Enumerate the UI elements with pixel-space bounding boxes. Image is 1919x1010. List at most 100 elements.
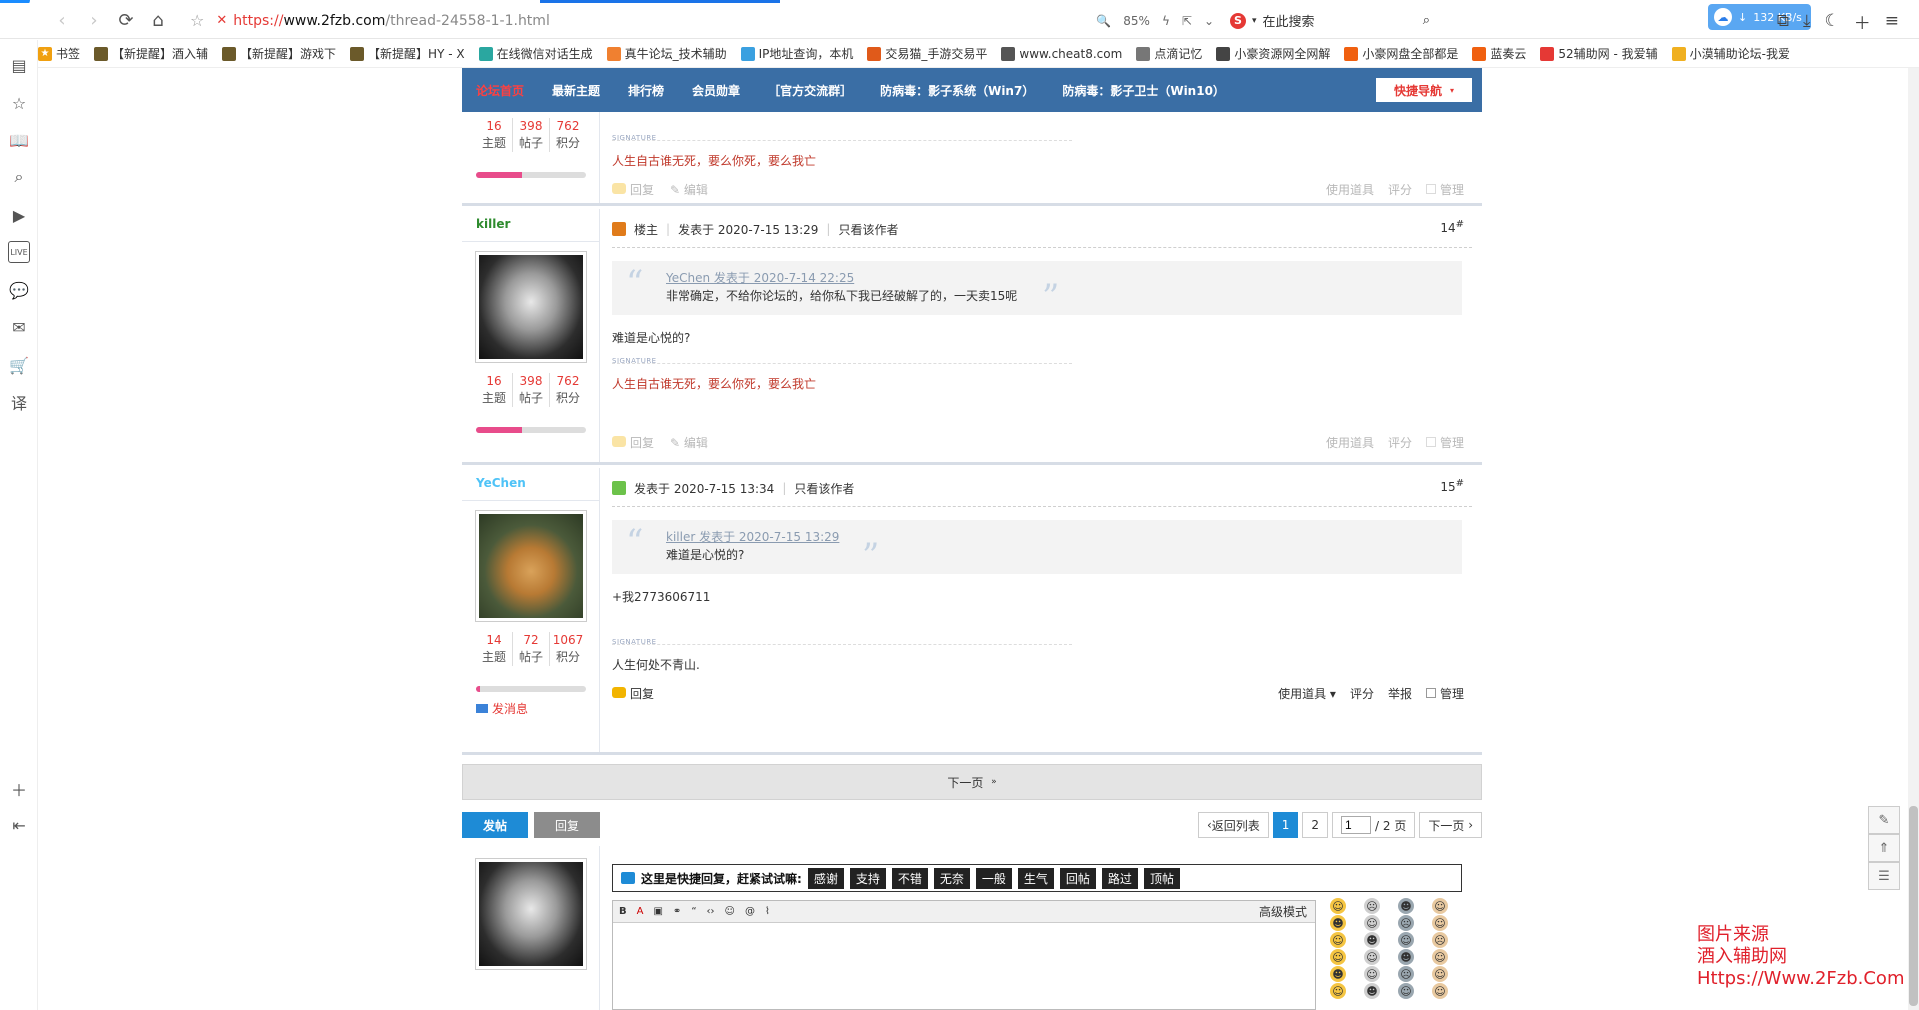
home-button[interactable]: ⌂ (142, 7, 174, 35)
use-tools-link[interactable]: 使用道具 (1326, 434, 1374, 451)
chat-icon[interactable]: 💬 (8, 279, 30, 301)
bookmark-item[interactable]: 点滴记忆 (1136, 45, 1202, 62)
floor-number[interactable]: 15# (1440, 478, 1464, 494)
reply-link[interactable]: 回复 (612, 434, 654, 451)
smiley-icon[interactable]: ☻ (1330, 915, 1346, 931)
bookmark-item[interactable]: 【新提醒】HY - X (350, 45, 465, 62)
collapse-sidebar-icon[interactable]: ⇤ (8, 814, 30, 836)
chevron-down-icon[interactable]: ▾ (1252, 16, 1257, 26)
quick-reply-tag[interactable]: 感谢 (807, 867, 844, 889)
stat-topics[interactable]: 14 主题 (476, 632, 513, 666)
extension-icon[interactable]: ⧉ (1777, 11, 1789, 31)
back-to-top-icon[interactable]: ⇑ (1868, 834, 1900, 862)
smiley-icon[interactable]: ☺ (1432, 898, 1448, 914)
floor-number[interactable]: 14# (1440, 219, 1464, 235)
smiley-icon[interactable]: ☻ (1364, 983, 1380, 999)
nav-item[interactable]: ［官方交流群］ (754, 82, 866, 99)
avatar[interactable] (475, 510, 587, 622)
page-jump-input[interactable] (1341, 816, 1372, 834)
comment-icon[interactable]: ✎ (1868, 806, 1900, 834)
code-icon[interactable]: ‹› (707, 906, 715, 917)
font-color-icon[interactable]: A (637, 906, 644, 917)
rate-link[interactable]: 评分 (1388, 181, 1412, 198)
search-input[interactable]: 在此搜索 (1263, 11, 1315, 30)
back-button[interactable]: ‹ (46, 7, 78, 35)
reader-book-icon[interactable]: 📖 (8, 129, 30, 151)
smiley-icon[interactable]: ☻ (1398, 949, 1414, 965)
address-bar[interactable]: ☆ ✕ https://www.2fzb.com/thread-24558-1-… (190, 7, 1230, 35)
advanced-mode-link[interactable]: 高级模式 (1259, 903, 1307, 920)
bold-icon[interactable]: B (619, 906, 627, 917)
bookmark-item[interactable]: IP地址查询，本机 (740, 45, 853, 62)
stat-topics[interactable]: 16 主题 (476, 118, 513, 152)
smiley-icon[interactable]: ☺ (1398, 983, 1414, 999)
reply-button[interactable]: 回复 (534, 812, 600, 838)
bookmark-item[interactable]: 真牛论坛_技术辅助 (606, 45, 727, 62)
menu-icon[interactable]: ≡ (1885, 11, 1899, 31)
edit-link[interactable]: ✎ 编辑 (670, 434, 708, 451)
rate-link[interactable]: 评分 (1350, 685, 1374, 702)
news-icon[interactable]: ▤ (8, 54, 30, 76)
nav-item[interactable]: 最新主题 (538, 82, 614, 99)
quick-reply-tag[interactable]: 生气 (1017, 867, 1054, 889)
manage-checkbox[interactable] (1425, 183, 1436, 194)
link-icon[interactable]: ⚭ (673, 906, 681, 917)
nav-item[interactable]: 排行榜 (614, 82, 678, 99)
smiley-icon[interactable]: ☺ (1330, 932, 1346, 948)
quote-author-link[interactable]: YeChen 发表于 2020-7-14 22:25 (666, 269, 854, 286)
url-text[interactable]: https://www.2fzb.com/thread-24558-1-1.ht… (233, 13, 550, 29)
quote-author-link[interactable]: killer 发表于 2020-7-15 13:29 (666, 528, 839, 545)
bookmark-item[interactable]: 小豪资源网全网解 (1216, 45, 1330, 62)
smiley-icon[interactable]: ☺ (1432, 966, 1448, 982)
favorites-star-icon[interactable]: ☆ (8, 92, 30, 114)
translate-icon[interactable]: 译 (8, 391, 30, 413)
stat-topics[interactable]: 16 主题 (476, 373, 513, 407)
smiley-icon[interactable]: ☹ (1432, 932, 1448, 948)
stat-points[interactable]: 762 积分 (550, 373, 586, 407)
smiley-icon[interactable]: ☺ (1330, 898, 1346, 914)
nav-item[interactable]: 防病毒：影子卫士（Win10） (1048, 82, 1239, 99)
scrollbar-thumb[interactable] (1909, 806, 1918, 1006)
smiley-icon[interactable]: ☺ (1364, 915, 1380, 931)
nav-item[interactable]: 论坛首页 (462, 82, 538, 99)
manage-checkbox[interactable] (1425, 687, 1436, 698)
smiley-icon[interactable]: ☺ (1330, 983, 1346, 999)
add-icon[interactable]: ＋ (8, 778, 30, 800)
bookmark-item[interactable]: www.cheat8.com (1001, 46, 1122, 61)
author-name[interactable]: killer (476, 217, 510, 231)
smiley-icon[interactable]: ☻ (1330, 966, 1346, 982)
smiley-icon[interactable]: ☻ (1364, 932, 1380, 948)
search-engine-icon[interactable]: S (1230, 12, 1246, 29)
author-only-link[interactable]: 只看该作者 (794, 480, 854, 497)
at-icon[interactable]: @ (745, 906, 755, 917)
edit-link[interactable]: ✎ 编辑 (670, 181, 708, 198)
smiley-icon[interactable]: ☺ (1432, 949, 1448, 965)
quick-reply-tag[interactable]: 顶帖 (1143, 867, 1180, 889)
reply-link[interactable]: 回复 (612, 685, 654, 702)
page-scrollbar[interactable] (1908, 68, 1919, 1010)
quick-reply-tag[interactable]: 无奈 (933, 867, 970, 889)
manage-link[interactable]: 管理 (1425, 434, 1464, 451)
smiley-icon[interactable]: ☺ (1364, 949, 1380, 965)
stat-posts[interactable]: 398 帖子 (513, 373, 550, 407)
bookmark-item[interactable]: 蓝奏云 (1472, 45, 1526, 62)
search-box[interactable]: S ▾ 在此搜索 ⌕ (1230, 11, 1430, 30)
smiley-icon[interactable]: ☺ (1432, 915, 1448, 931)
smiley-icon[interactable]: ☺ (725, 906, 735, 917)
smiley-icon[interactable]: ☺ (1364, 966, 1380, 982)
chevron-down-icon[interactable]: ⌄ (1204, 14, 1214, 28)
smiley-icon[interactable]: ☺ (1432, 983, 1448, 999)
use-tools-link[interactable]: 使用道具 ▾ (1278, 685, 1336, 702)
quick-reply-tag[interactable]: 回帖 (1059, 867, 1096, 889)
cart-icon[interactable]: 🛒 (8, 354, 30, 376)
quick-reply-tag[interactable]: 支持 (849, 867, 886, 889)
manage-link[interactable]: 管理 (1425, 181, 1464, 198)
author-only-link[interactable]: 只看该作者 (838, 221, 898, 238)
smiley-icon[interactable]: ☻ (1398, 898, 1414, 914)
bookmark-item[interactable]: 【新提醒】游戏下 (222, 45, 336, 62)
lightning-icon[interactable]: ϟ (1162, 14, 1170, 28)
image-icon[interactable]: ▣ (653, 906, 662, 917)
quick-reply-tag[interactable]: 路过 (1101, 867, 1138, 889)
stat-points[interactable]: 1067 积分 (550, 632, 586, 666)
quick-reply-tag[interactable]: 不错 (891, 867, 928, 889)
